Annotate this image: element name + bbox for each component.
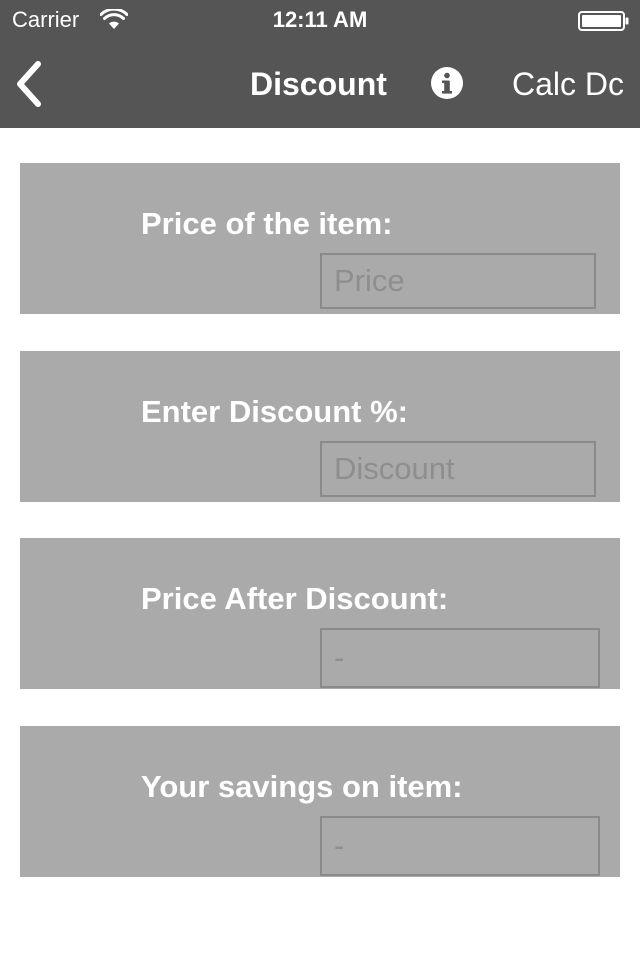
page-title: Discount — [250, 66, 387, 102]
info-icon[interactable] — [430, 66, 464, 100]
price-after-discount-value: - — [320, 628, 600, 688]
battery-icon — [578, 11, 629, 31]
status-time: 12:11 AM — [272, 7, 368, 32]
price-input[interactable] — [320, 253, 596, 309]
discount-card: Enter Discount %: — [20, 351, 620, 502]
calc-discount-button[interactable]: Calc Dc — [512, 64, 624, 104]
price-after-discount-label: Price After Discount: — [141, 581, 449, 616]
savings-card: Your savings on item: - — [20, 726, 620, 877]
price-card: Price of the item: — [20, 163, 620, 314]
savings-value: - — [320, 816, 600, 876]
top-bar: Carrier 12:11 AM Discount Calc Dc — [0, 0, 640, 128]
discount-input[interactable] — [320, 441, 596, 497]
discount-label: Enter Discount %: — [141, 394, 408, 429]
navigation-bar: Discount Calc Dc — [0, 40, 640, 128]
status-bar: Carrier 12:11 AM — [0, 0, 640, 40]
chevron-left-icon[interactable] — [12, 60, 52, 108]
savings-label: Your savings on item: — [141, 769, 463, 804]
price-after-discount-card: Price After Discount: - — [20, 538, 620, 689]
price-label: Price of the item: — [141, 206, 393, 241]
